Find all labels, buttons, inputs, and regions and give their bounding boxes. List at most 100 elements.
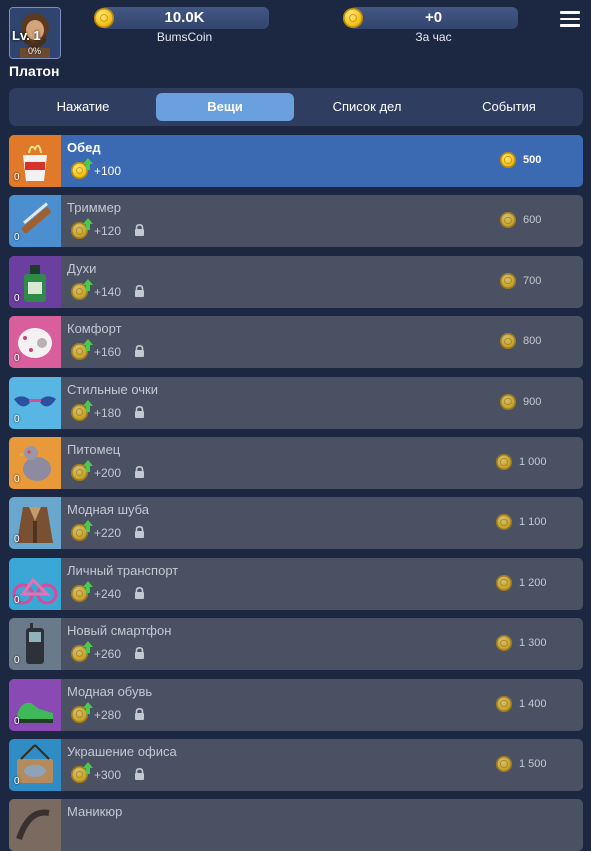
up-arrow-icon bbox=[83, 218, 93, 231]
item-count: 0 bbox=[14, 534, 20, 546]
coin-icon bbox=[500, 152, 516, 168]
coin-icon bbox=[496, 574, 512, 591]
item-count: 0 bbox=[14, 715, 20, 727]
up-arrow-icon bbox=[83, 641, 93, 654]
tab-items[interactable]: Вещи bbox=[156, 93, 294, 121]
item-name: Модная обувь bbox=[67, 683, 153, 699]
up-arrow-icon bbox=[83, 520, 93, 533]
coin-icon bbox=[496, 635, 512, 652]
up-arrow-icon bbox=[83, 460, 93, 472]
hourly-income-label: За час bbox=[415, 30, 452, 44]
item-count: 0 bbox=[14, 232, 20, 244]
item-row[interactable]: 0 Духи +140 700 bbox=[9, 255, 583, 308]
coin-icon bbox=[496, 756, 512, 772]
lock-icon bbox=[135, 768, 144, 780]
item-price: 1 400 bbox=[519, 697, 547, 710]
item-name: Духи bbox=[67, 260, 97, 276]
item-row[interactable]: 0 Комфорт +160 800 bbox=[9, 316, 583, 369]
coin-icon bbox=[500, 393, 516, 410]
item-price: 1 100 bbox=[519, 516, 547, 529]
item-count: 0 bbox=[14, 413, 20, 425]
item-count: 0 bbox=[14, 172, 20, 183]
item-income: +220 bbox=[94, 526, 122, 541]
lock-icon bbox=[135, 284, 144, 297]
lock-icon bbox=[135, 405, 144, 418]
item-name: Триммер bbox=[67, 200, 122, 216]
balance-value: 10.0K bbox=[164, 9, 205, 26]
up-arrow-icon bbox=[83, 580, 93, 593]
item-row[interactable]: 0 Обед +100 500 bbox=[9, 135, 583, 187]
item-price: 1 500 bbox=[519, 758, 547, 770]
up-arrow-icon bbox=[83, 762, 93, 774]
item-income: +240 bbox=[94, 586, 122, 601]
coin-icon bbox=[500, 212, 516, 229]
item-name: Обед bbox=[67, 140, 101, 155]
category-tabs: Нажатие Вещи Список дел События bbox=[9, 88, 583, 126]
item-row[interactable]: 0 Модная шуба +220 1 100 bbox=[9, 497, 583, 550]
top-bar: Lv. 1 0% Платон 10.0K BumsCoin +0 За час bbox=[0, 0, 591, 86]
item-price: 500 bbox=[523, 154, 542, 166]
tab-todo-list[interactable]: Список дел bbox=[298, 93, 436, 121]
item-price: 800 bbox=[523, 335, 542, 348]
lock-icon bbox=[135, 224, 144, 237]
item-income: +120 bbox=[94, 224, 122, 239]
up-arrow-icon bbox=[83, 701, 93, 714]
coin-icon bbox=[94, 8, 114, 28]
tab-events[interactable]: События bbox=[439, 93, 579, 121]
level-progress: 0% bbox=[28, 46, 42, 56]
balance-label: BumsCoin bbox=[156, 30, 213, 44]
item-row[interactable]: 0 Украшение офиса +300 1 500 bbox=[9, 739, 583, 791]
item-row[interactable]: 0 Питомец +200 1 000 bbox=[9, 437, 583, 489]
item-price: 900 bbox=[523, 395, 542, 408]
item-count: 0 bbox=[14, 292, 20, 304]
item-price: 1 300 bbox=[519, 637, 547, 650]
item-name: Модная шуба bbox=[67, 502, 150, 518]
item-count: 0 bbox=[14, 594, 20, 606]
item-name: Маникюр bbox=[67, 804, 123, 820]
item-row[interactable]: 0 Личный транспорт +240 1 200 bbox=[9, 557, 583, 610]
item-name: Личный транспорт bbox=[67, 562, 179, 578]
hamburger-menu-icon[interactable] bbox=[560, 11, 580, 27]
item-name: Питомец bbox=[67, 442, 121, 457]
item-name: Комфорт bbox=[67, 321, 122, 337]
lock-icon bbox=[135, 586, 144, 599]
item-row[interactable]: 0 Новый смартфон +260 1 300 bbox=[9, 618, 583, 671]
item-row[interactable]: 0 Модная обувь +280 1 400 bbox=[9, 678, 583, 731]
lock-icon bbox=[135, 345, 144, 358]
level-label: Lv. 1 bbox=[12, 28, 41, 43]
item-count: 0 bbox=[14, 353, 20, 365]
up-arrow-icon bbox=[83, 158, 93, 170]
coin-icon bbox=[496, 514, 512, 531]
item-row[interactable]: 0 Стильные очки +180 900 bbox=[9, 376, 583, 429]
up-arrow-icon bbox=[83, 339, 93, 352]
item-count: 0 bbox=[14, 474, 20, 485]
hourly-income-value: +0 bbox=[424, 9, 443, 26]
hourly-income-pill: +0 bbox=[349, 7, 518, 29]
balance-pill: 10.0K bbox=[100, 7, 269, 29]
avatar[interactable]: Lv. 1 0% bbox=[9, 7, 61, 59]
lock-icon bbox=[135, 647, 144, 660]
item-income: +180 bbox=[94, 405, 122, 420]
item-count: 0 bbox=[14, 655, 20, 667]
lock-icon bbox=[135, 466, 144, 478]
coin-icon bbox=[500, 272, 516, 289]
up-arrow-icon bbox=[83, 278, 93, 291]
item-income: +300 bbox=[94, 768, 122, 782]
item-row[interactable]: Маникюр bbox=[9, 799, 583, 851]
username: Платон bbox=[9, 63, 60, 79]
item-income: +160 bbox=[94, 345, 122, 360]
item-count: 0 bbox=[14, 776, 20, 787]
coin-icon bbox=[496, 454, 512, 470]
item-income: +280 bbox=[94, 707, 122, 722]
item-name: Украшение офиса bbox=[67, 744, 177, 759]
tab-tap[interactable]: Нажатие bbox=[13, 93, 153, 121]
item-price: 700 bbox=[523, 274, 542, 287]
coin-icon bbox=[496, 695, 512, 712]
item-income: +200 bbox=[94, 466, 122, 480]
up-arrow-icon bbox=[83, 399, 93, 412]
lock-icon bbox=[135, 707, 144, 720]
item-income: +260 bbox=[94, 647, 122, 662]
item-row[interactable]: 0 Триммер +120 600 bbox=[9, 195, 583, 248]
manicure-icon bbox=[9, 799, 61, 851]
item-income: +100 bbox=[94, 164, 122, 178]
